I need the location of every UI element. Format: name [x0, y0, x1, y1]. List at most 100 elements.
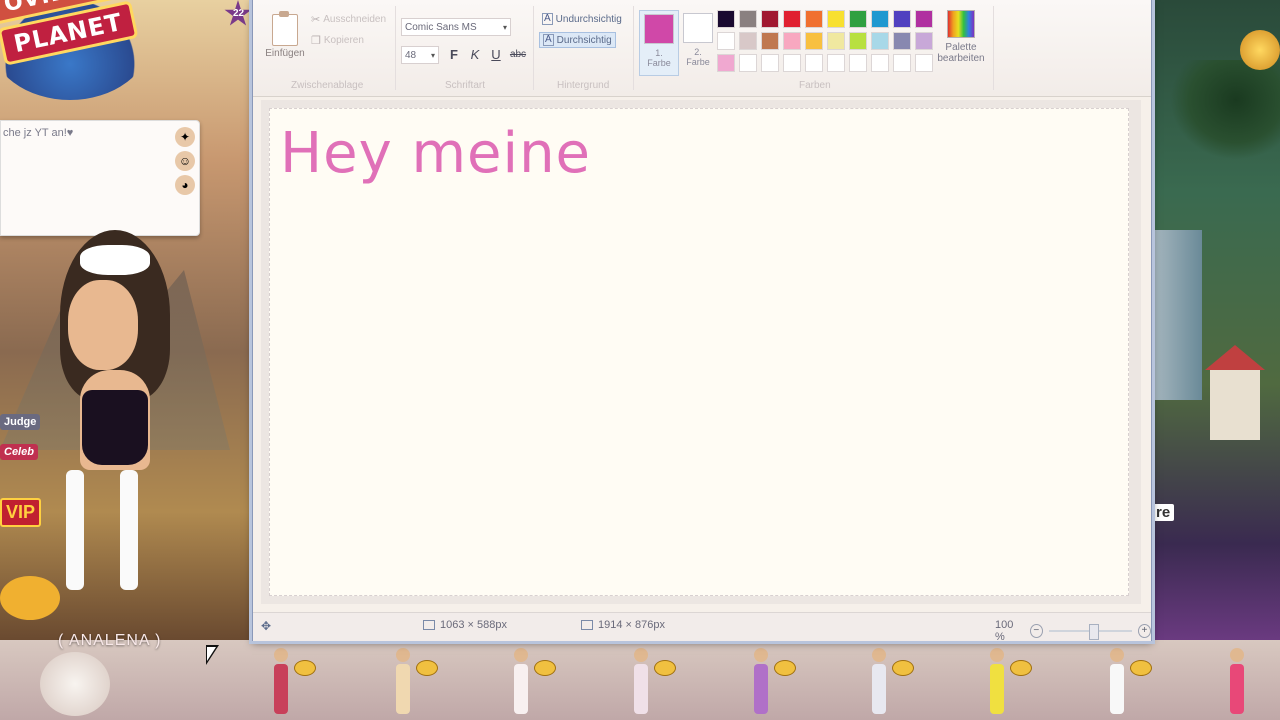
transparent-icon: A: [543, 34, 554, 46]
chevron-down-icon: ▾: [430, 51, 435, 60]
dog-icon[interactable]: ◕: [175, 175, 195, 195]
celeb-badge: Celeb: [0, 444, 38, 460]
zoom-control: 100 % − +: [995, 616, 1152, 643]
strikethrough-button[interactable]: abc: [509, 46, 527, 64]
palette-swatch[interactable]: [805, 32, 823, 50]
bold-button[interactable]: F: [445, 46, 463, 64]
friend-thumb[interactable]: [750, 648, 796, 718]
font-size-select[interactable]: 48 ▾: [401, 46, 439, 64]
palette-swatch[interactable]: [827, 54, 845, 72]
scissors-icon: ✂: [311, 14, 321, 26]
chat-bubble: che jz YT an!♥ ✦ ☺ ◕: [0, 120, 200, 236]
palette-swatch[interactable]: [805, 10, 823, 28]
right-label: re: [1152, 504, 1175, 521]
palette-swatch[interactable]: [783, 10, 801, 28]
chevron-down-icon: ▾: [502, 23, 507, 32]
coin-icon[interactable]: [1240, 30, 1280, 70]
move-cursor-icon: ✥: [261, 619, 272, 633]
friend-avatar-sheep[interactable]: [40, 652, 110, 716]
palette-swatch[interactable]: [849, 32, 867, 50]
piggy-bank-icon[interactable]: [0, 576, 60, 620]
palette-swatch[interactable]: [761, 32, 779, 50]
edit-palette-button[interactable]: Palette bearbeiten: [933, 10, 989, 64]
palette-swatch[interactable]: [761, 54, 779, 72]
color-2-swatch: [683, 13, 713, 43]
zoom-level: 100 %: [995, 619, 1014, 643]
paste-button[interactable]: Einfügen: [261, 10, 309, 70]
italic-button[interactable]: K: [466, 46, 484, 64]
palette-swatch[interactable]: [915, 10, 933, 28]
palette-swatch[interactable]: [717, 32, 735, 50]
image-size-icon: [581, 620, 593, 630]
palette-swatch[interactable]: [739, 54, 757, 72]
rainbow-palette-icon: [947, 10, 975, 38]
zoom-slider[interactable]: [1048, 624, 1132, 640]
avatar-outfit: [82, 390, 148, 465]
color-2-button[interactable]: 2. Farbe: [679, 10, 717, 74]
font-group-label: Schriftart: [445, 80, 486, 91]
friend-thumb[interactable]: [1226, 648, 1248, 718]
canvas-text[interactable]: Hey meine: [280, 121, 591, 186]
palette-swatch[interactable]: [915, 54, 933, 72]
friend-thumb[interactable]: [1106, 648, 1152, 718]
clipboard-group-label: Zwischenablage: [291, 80, 364, 91]
status-bar: ✥ 1063 × 588px 1914 × 876px 100 % − +: [253, 612, 1152, 643]
palette-swatch[interactable]: [871, 32, 889, 50]
paint-window: Einfügen ✂ Ausschneiden ❐ Kopieren Zwisc…: [252, 0, 1152, 643]
player-avatar[interactable]: [40, 230, 190, 610]
palette-swatch[interactable]: [893, 32, 911, 50]
friend-thumb[interactable]: [392, 648, 438, 718]
zoom-slider-thumb[interactable]: [1088, 624, 1099, 640]
palette-swatch[interactable]: [717, 54, 735, 72]
palette-swatch[interactable]: [739, 32, 757, 50]
palette-swatch[interactable]: [739, 10, 757, 28]
copy-button[interactable]: ❐ Kopieren: [311, 34, 364, 47]
palette-swatch[interactable]: [827, 32, 845, 50]
friend-thumb[interactable]: [868, 648, 914, 718]
font-family-select[interactable]: Comic Sans MS ▾: [401, 18, 511, 36]
chat-message: che jz YT an!♥: [3, 127, 74, 139]
dancer-icon[interactable]: ✦: [175, 127, 195, 147]
transparent-option[interactable]: A Durchsichtig: [539, 32, 616, 48]
selection-icon: [423, 620, 435, 630]
cut-button[interactable]: ✂ Ausschneiden: [311, 13, 386, 26]
palette-swatch[interactable]: [871, 10, 889, 28]
color-1-swatch: [644, 14, 674, 44]
mouse-cursor-icon: [206, 645, 219, 665]
friend-thumb[interactable]: [986, 648, 1032, 718]
palette-swatch[interactable]: [915, 32, 933, 50]
opaque-icon: A: [542, 13, 553, 25]
canvas-scroll-area[interactable]: Hey meine: [261, 100, 1141, 604]
palette-swatch[interactable]: [893, 54, 911, 72]
vip-badge: VIP: [0, 498, 42, 527]
chat-icon-column: ✦ ☺ ◕: [175, 127, 195, 195]
clipboard-icon: [272, 11, 298, 46]
palette-swatch[interactable]: [849, 54, 867, 72]
opaque-option[interactable]: A Undurchsichtig: [539, 12, 625, 26]
underline-button[interactable]: U: [487, 46, 505, 64]
palette-swatch[interactable]: [717, 10, 735, 28]
friend-thumb[interactable]: [270, 648, 316, 718]
zoom-out-button[interactable]: −: [1029, 624, 1043, 638]
ribbon: Einfügen ✂ Ausschneiden ❐ Kopieren Zwisc…: [253, 0, 1151, 97]
image-size: 1914 × 876px: [581, 619, 665, 631]
player-name: ( ANALENA ): [58, 632, 162, 649]
palette-swatch[interactable]: [827, 10, 845, 28]
copy-icon: ❐: [311, 35, 321, 47]
background-group-label: Hintergrund: [557, 80, 610, 91]
friend-thumb[interactable]: [510, 648, 556, 718]
palette-swatch[interactable]: [893, 10, 911, 28]
zoom-in-button[interactable]: +: [1137, 624, 1152, 638]
palette-swatch[interactable]: [761, 10, 779, 28]
palette-swatch[interactable]: [805, 54, 823, 72]
drawing-canvas[interactable]: Hey meine: [269, 108, 1129, 596]
friend-thumb[interactable]: [630, 648, 676, 718]
hair-bow: [80, 245, 150, 275]
palette-swatch[interactable]: [849, 10, 867, 28]
color-1-button[interactable]: 1. Farbe: [639, 10, 679, 76]
palette-swatch[interactable]: [783, 32, 801, 50]
palette-swatch[interactable]: [871, 54, 889, 72]
colors-group-label: Farben: [799, 80, 831, 91]
face-icon[interactable]: ☺: [175, 151, 195, 171]
palette-swatch[interactable]: [783, 54, 801, 72]
